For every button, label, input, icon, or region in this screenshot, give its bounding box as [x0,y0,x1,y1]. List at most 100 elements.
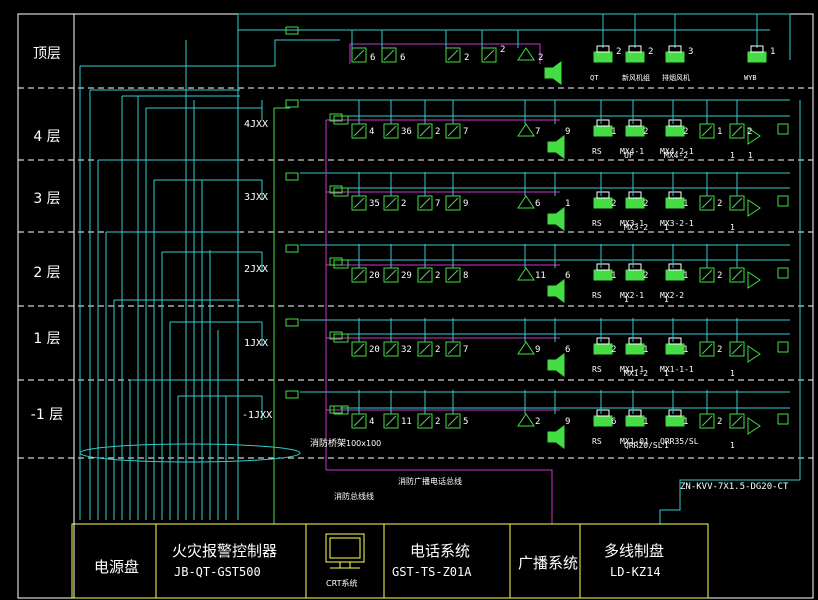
phone-jack-icon-mark [483,49,495,61]
control-module-icon-tag [628,191,642,199]
floor-count: 2 [717,345,722,355]
roof-count: 3 [688,47,693,57]
control-module-icon [747,51,767,63]
floor-count: 2 [717,417,722,427]
smoke-detector-icon-mark [353,125,365,137]
floor-count: 9 [463,199,468,209]
roof-device-label: 排烟风机 [662,73,690,82]
roof-count: 2 [648,47,653,57]
control-module-icon [625,269,645,281]
floor-device-label: 1 [664,441,669,450]
floor-device-label: 1 [748,151,753,160]
cable-spec-label: ZN-KVV-7X1.5-DG20-CT [680,482,789,492]
valve-icon-mark [701,197,713,209]
smoke-detector-icon-mark [353,197,365,209]
control-module-icon [665,125,685,137]
jxx-label-1: 1JXX [244,338,269,349]
alarm-button-icon-mark [447,269,459,281]
smoke-detector-icon-mark [353,343,365,355]
control-module-icon [593,269,613,281]
broadcast-title: 广播系统 [518,554,579,572]
terminal-icon [777,341,789,353]
floor-dividers [18,87,813,459]
floor-count: 4 [369,417,374,427]
damper-icon [747,345,761,363]
floor-count: 2 [535,417,540,427]
floor-device-label: QRR20/SL [624,441,663,450]
phone-title: 电话系统 [410,542,471,560]
manual-call-point-icon-mark [419,269,431,281]
floor-count: 9 [565,127,570,137]
floor-count: 7 [535,127,540,137]
control-module-icon [665,197,685,209]
fire-valve-icon-mark [731,269,743,281]
fire-alarm-model: JB-QT-GST500 [174,565,261,579]
control-module-icon-tag [628,409,642,417]
control-module-icon-tag [596,409,610,417]
bus-junction-icon [285,318,299,327]
control-module-icon [625,197,645,209]
roof-count: 1 [770,47,775,57]
floor-count: 1 [643,417,648,427]
floor-count: 2 [643,199,648,209]
crt-monitor-icon [325,533,365,569]
control-module-icon [593,415,613,427]
control-module-icon [593,51,613,63]
bus-junction-icon [285,99,299,108]
floor-label-b1: -1 层 [30,407,64,423]
floor-device-label: UF [624,151,634,160]
control-module-icon-tag [628,337,642,345]
floor-device-label: RS [592,147,602,156]
floor-count: 1 [565,199,570,209]
control-module-icon-tag [628,263,642,271]
bus-junction-icon [329,257,343,266]
control-module-icon-tag [668,337,682,345]
floor-count: 2 [611,199,616,209]
control-module-icon-tag [668,263,682,271]
control-module-icon [625,51,645,63]
phone-model: GST-TS-Z01A [392,565,472,579]
floor-count: 35 [369,199,380,209]
fire-valve-icon-mark [731,125,743,137]
roof-device-label: WYB [744,74,757,82]
floor-count: 11 [535,271,546,281]
bus-junction-icon [285,244,299,253]
valve-icon-mark [701,415,713,427]
floor-count: 2 [611,345,616,355]
floor-label-1: 1 层 [33,331,61,347]
roof-count: 2 [616,47,621,57]
terminal-icon [777,413,789,425]
bus-junction-icon [285,390,299,399]
floor-device-label: 1 [730,369,735,378]
bridge-size-label: 100x100 [346,439,382,448]
floor-count: 2 [747,127,752,137]
control-module-icon [625,343,645,355]
heat-detector-icon-mark [385,197,397,209]
damper-icon [747,199,761,217]
control-module-icon-tag [628,119,642,127]
floor-device-label: RS [592,219,602,228]
jxx-label-2: 2JXX [244,264,269,275]
floor-count: 1 [611,271,616,281]
control-module-icon [593,125,613,137]
floor-count: 6 [565,271,570,281]
roof-count: 2 [464,53,469,63]
roof-device-label: QT [590,74,599,82]
wiring-diagram: 6 6 2 2 2 2 2 3 1 QT 新风机组 排烟风机 WYB 4 36 2 7 7 9 1 2 2 1 2 RS MX4-… [17,13,814,599]
floor-count: 1 [683,271,688,281]
floor-count: 2 [683,127,688,137]
floor-device-label: RS [592,437,602,446]
jxx-label-3: 3JXX [244,192,269,203]
floor-device-label: 1 [624,295,629,304]
floor-count: 6 [565,345,570,355]
fire-valve-icon-mark [731,415,743,427]
manual-call-point-icon-mark [419,197,431,209]
floor-count: 2 [401,199,406,209]
floor-count: 20 [369,271,380,281]
floor-count: 1 [611,127,616,137]
smoke-detector-icon-mark [353,415,365,427]
valve-icon-mark [701,343,713,355]
control-module-icon-tag [596,337,610,345]
terminal-icon [777,267,789,279]
terminal-icon [777,195,789,207]
